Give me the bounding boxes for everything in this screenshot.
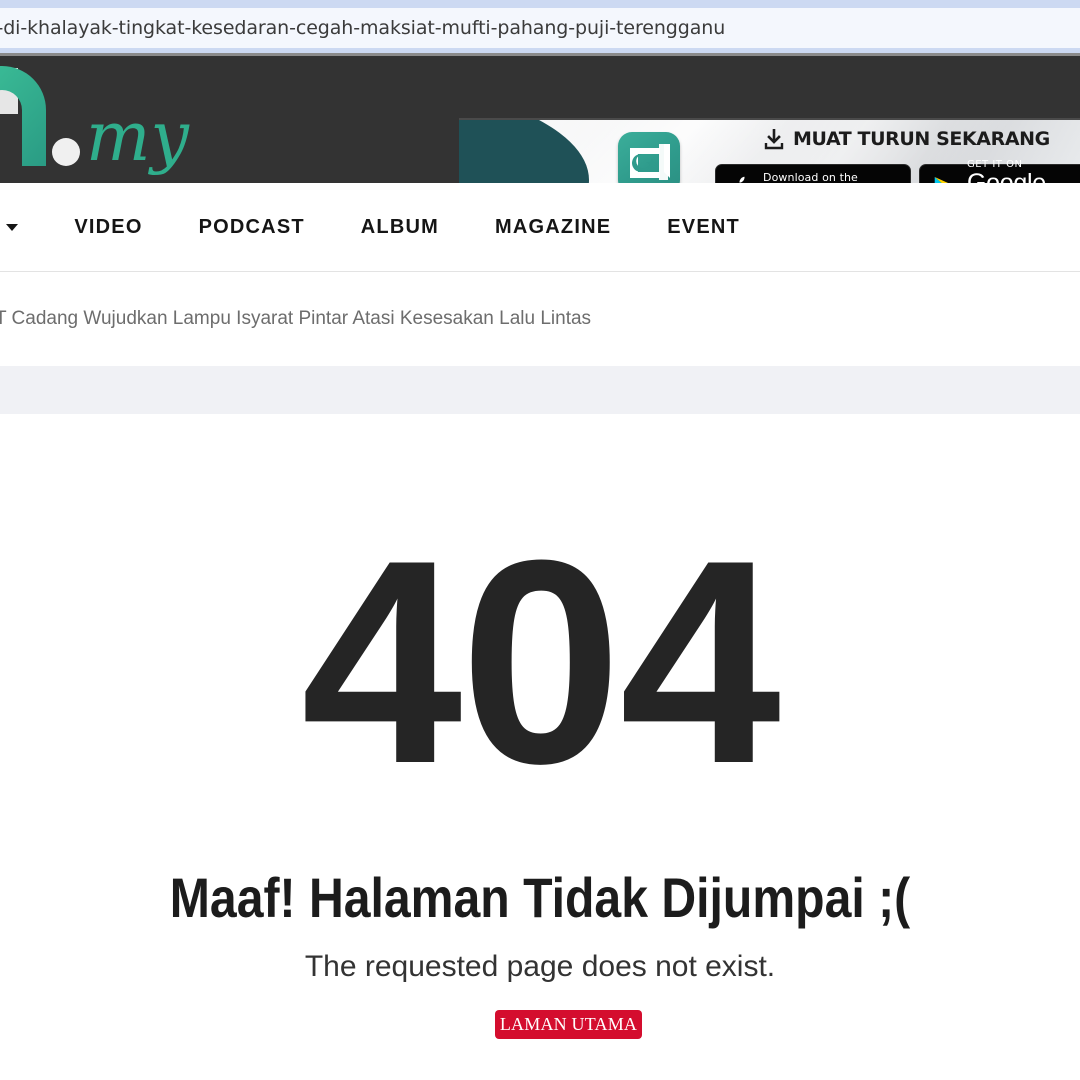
app-store-top-label: Download on the bbox=[763, 170, 858, 183]
nav-item-album[interactable]: ALBUM bbox=[333, 216, 467, 239]
error-code: 404 bbox=[301, 500, 781, 824]
nav-items-container: ITA VIDEO PODCAST ALBUM MAGAZINE EVENT bbox=[0, 183, 768, 271]
site-logo[interactable]: my bbox=[0, 60, 214, 180]
browser-chrome: ebat-di-khalayak-tingkat-kesedaran-cegah… bbox=[0, 0, 1080, 56]
nav-item-event[interactable]: EVENT bbox=[639, 216, 768, 239]
download-icon bbox=[764, 129, 784, 150]
ad-cta-group: MUAT TURUN SEKARANG Download on the App … bbox=[714, 120, 1080, 183]
trdi-app-icon bbox=[618, 132, 680, 183]
google-play-badge[interactable]: GET IT ON Google Play bbox=[919, 159, 1080, 183]
news-ticker: T Cadang Wujudkan Lampu Isyarat Pintar A… bbox=[0, 272, 1080, 366]
main-navigation: ITA VIDEO PODCAST ALBUM MAGAZINE EVENT bbox=[0, 183, 1080, 271]
site-header: my TRDI N bbox=[0, 56, 1080, 183]
nav-item-berita[interactable]: ITA bbox=[0, 216, 46, 239]
logo-mark: my bbox=[0, 66, 190, 177]
apple-logo-icon bbox=[739, 176, 745, 183]
store-badges: Download on the App Store bbox=[715, 159, 1080, 183]
svg-text:my: my bbox=[86, 98, 190, 177]
nav-item-magazine[interactable]: MAGAZINE bbox=[467, 216, 639, 239]
chevron-down-icon bbox=[6, 223, 19, 231]
app-store-text: Download on the App Store bbox=[763, 172, 871, 184]
url-bar[interactable]: ebat-di-khalayak-tingkat-kesedaran-cegah… bbox=[0, 8, 1080, 48]
crescent-star-flag-icon bbox=[630, 144, 670, 180]
page-root: ebat-di-khalayak-tingkat-kesedaran-cegah… bbox=[0, 0, 1080, 1080]
download-headline: MUAT TURUN SEKARANG bbox=[793, 128, 1050, 150]
section-divider-band bbox=[0, 366, 1080, 414]
app-store-badge[interactable]: Download on the App Store bbox=[715, 164, 911, 183]
nav-item-podcast[interactable]: PODCAST bbox=[171, 216, 333, 239]
home-button[interactable]: LAMAN UTAMA bbox=[495, 1010, 642, 1039]
error-title: Maaf! Halaman Tidak Dijumpai ;( bbox=[169, 865, 911, 929]
ticker-headline[interactable]: T Cadang Wujudkan Lampu Isyarat Pintar A… bbox=[0, 308, 591, 330]
download-headline-row: MUAT TURUN SEKARANG bbox=[764, 128, 1050, 150]
google-play-bottom-label: Google Play bbox=[966, 168, 1046, 183]
google-play-text: GET IT ON Google Play bbox=[966, 158, 1080, 183]
nav-item-video[interactable]: VIDEO bbox=[46, 216, 170, 239]
google-play-logo-icon bbox=[934, 176, 949, 183]
app-icon-block: TRDI NEWS bbox=[600, 132, 698, 183]
url-text: ebat-di-khalayak-tingkat-kesedaran-cegah… bbox=[0, 17, 726, 39]
google-play-top-label: GET IT ON bbox=[966, 158, 1023, 170]
error-page-content: 404 Maaf! Halaman Tidak Dijumpai ;( The … bbox=[0, 414, 1080, 1080]
error-subtitle: The requested page does not exist. bbox=[304, 950, 776, 983]
app-download-ad[interactable]: TRDI NEWS MUAT TURUN SEKARANG bbox=[459, 118, 1080, 183]
